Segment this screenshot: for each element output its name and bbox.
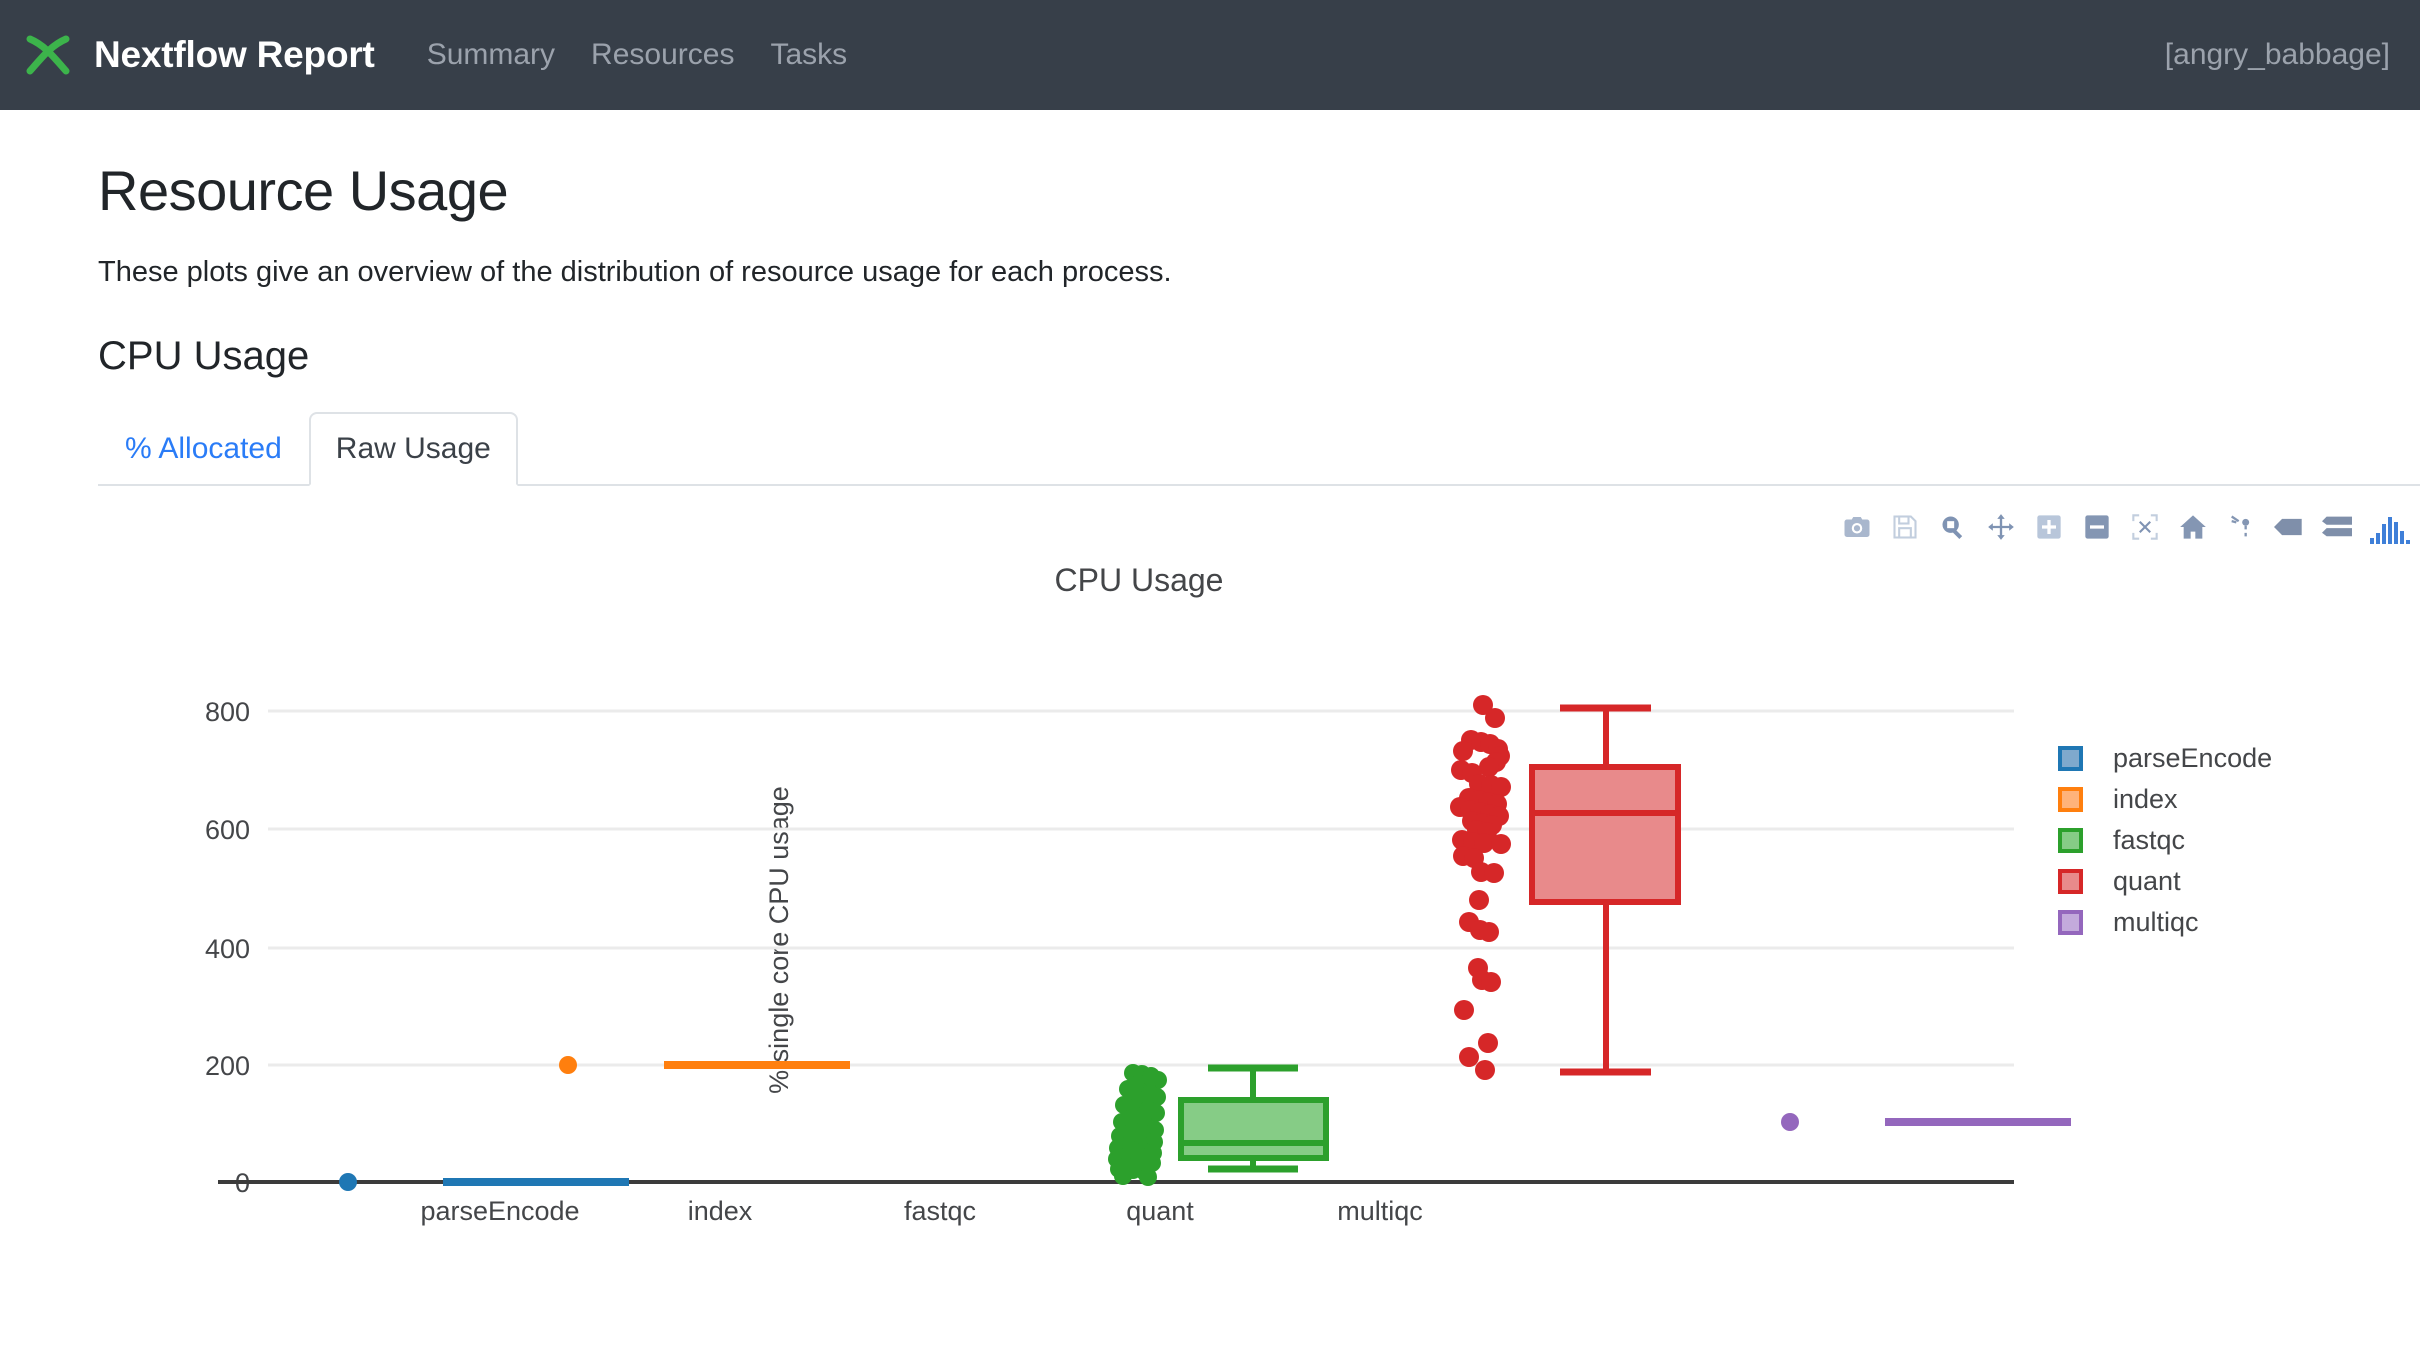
box-fastqc <box>1108 1064 1326 1186</box>
svg-text:quant: quant <box>1126 1196 1194 1226</box>
legend-swatch-index <box>2058 787 2083 812</box>
legend-swatch-quant <box>2058 869 2083 894</box>
box-quant <box>1450 695 1678 1080</box>
plot-legend: parseEncode index fastqc quant multiqc <box>2058 738 2272 943</box>
tab-raw-usage[interactable]: Raw Usage <box>309 412 518 486</box>
svg-text:200: 200 <box>205 1051 250 1081</box>
svg-text:600: 600 <box>205 815 250 845</box>
tab-percent-allocated[interactable]: % Allocated <box>98 412 309 486</box>
navbar-links: Summary Resources Tasks <box>427 38 847 72</box>
brand-block[interactable]: Nextflow Report <box>24 31 375 79</box>
section-title-cpu-usage: CPU Usage <box>98 334 2420 379</box>
svg-text:800: 800 <box>205 697 250 727</box>
nav-link-resources[interactable]: Resources <box>591 38 734 72</box>
legend-swatch-multiqc <box>2058 910 2083 935</box>
legend-item-quant[interactable]: quant <box>2058 861 2272 902</box>
svg-text:index: index <box>688 1196 753 1226</box>
legend-label-quant: quant <box>2113 866 2181 897</box>
legend-item-multiqc[interactable]: multiqc <box>2058 902 2272 943</box>
legend-label-multiqc: multiqc <box>2113 907 2199 938</box>
box-multiqc <box>1781 1113 2071 1131</box>
legend-item-parseEncode[interactable]: parseEncode <box>2058 738 2272 779</box>
legend-label-fastqc: fastqc <box>2113 825 2185 856</box>
y-axis-ticklabels: 800 600 400 200 0 <box>205 697 250 1198</box>
top-navbar: Nextflow Report Summary Resources Tasks … <box>0 0 2420 110</box>
legend-item-index[interactable]: index <box>2058 779 2272 820</box>
svg-text:multiqc: multiqc <box>1337 1196 1423 1226</box>
nav-link-tasks[interactable]: Tasks <box>770 38 847 72</box>
svg-text:fastqc: fastqc <box>904 1196 976 1226</box>
svg-text:parseEncode: parseEncode <box>420 1196 579 1226</box>
cpu-usage-plot: CPU Usage % single core CPU usage 800 60… <box>98 490 2420 1280</box>
legend-label-index: index <box>2113 784 2178 815</box>
run-name-label: [angry_babbage] <box>2165 38 2390 72</box>
nextflow-x-logo-icon <box>24 31 72 79</box>
legend-swatch-fastqc <box>2058 828 2083 853</box>
legend-item-fastqc[interactable]: fastqc <box>2058 820 2272 861</box>
page-content: Resource Usage These plots give an overv… <box>0 158 2420 1280</box>
page-description: These plots give an overview of the dist… <box>98 256 2420 289</box>
x-axis-ticklabels: parseEncode index fastqc quant multiqc <box>420 1196 1422 1226</box>
nav-link-summary[interactable]: Summary <box>427 38 555 72</box>
svg-text:400: 400 <box>205 934 250 964</box>
cpu-usage-tablist: % Allocated Raw Usage <box>98 412 2420 486</box>
legend-swatch-parseEncode <box>2058 746 2083 771</box>
gridlines <box>268 711 2014 1065</box>
page-title: Resource Usage <box>98 158 2420 223</box>
legend-label-parseEncode: parseEncode <box>2113 743 2272 774</box>
brand-title: Nextflow Report <box>94 34 375 76</box>
